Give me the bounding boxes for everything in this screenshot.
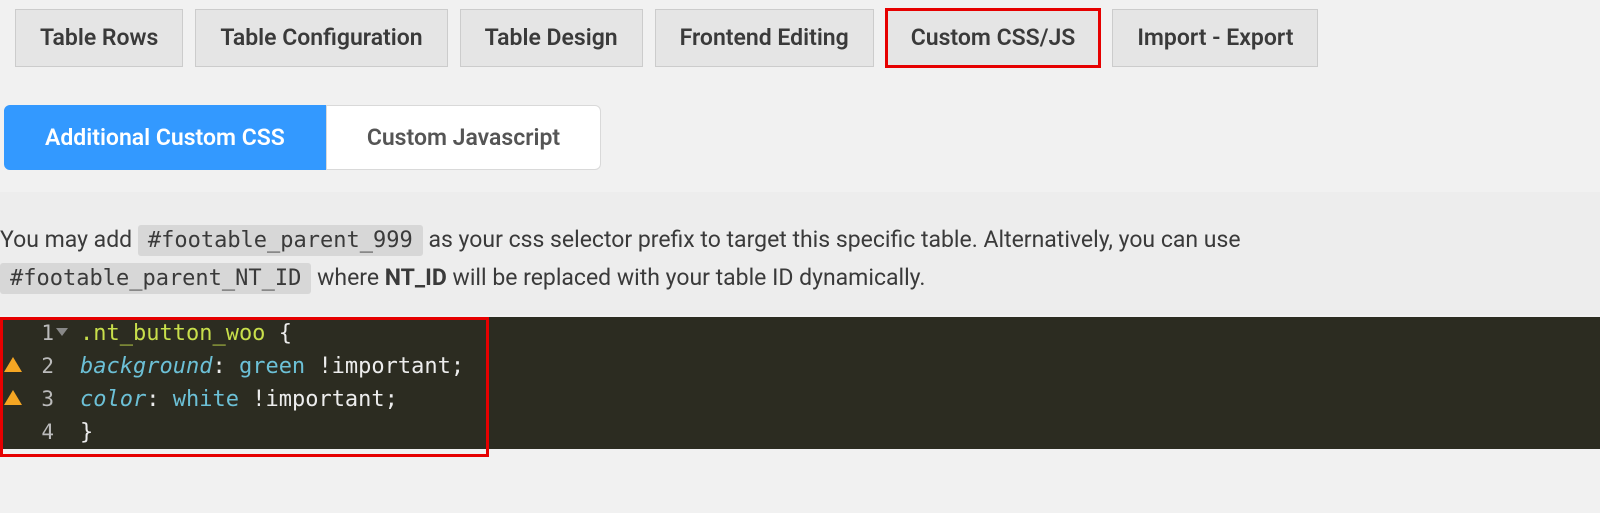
code-content[interactable]: background: green !important; [64,350,464,383]
sub-tab-additional-custom-css[interactable]: Additional Custom CSS [4,105,326,170]
help-text-line-2: #footable_parent_NT_ID where NT_ID will … [0,259,1594,297]
tab-table-design[interactable]: Table Design [460,9,643,67]
tab-import-export[interactable]: Import - Export [1112,9,1318,67]
help-text-area: You may add #footable_parent_999 as your… [0,192,1600,316]
gutter: 4 [0,416,64,449]
help-text-line-1: You may add #footable_parent_999 as your… [0,221,1594,259]
gutter: 1 [0,317,64,350]
warning-icon[interactable] [4,357,22,372]
code-content[interactable]: color: white !important; [64,383,398,416]
chevron-down-icon[interactable] [56,328,68,336]
selector-chip-table-id: #footable_parent_999 [138,225,423,256]
line-number: 3 [41,387,54,411]
line-number: 4 [41,420,54,444]
selector-chip-generic: #footable_parent_NT_ID [0,263,311,294]
tab-frontend-editing[interactable]: Frontend Editing [655,9,874,67]
tab-table-configuration[interactable]: Table Configuration [195,9,447,67]
css-code-editor[interactable]: 1 .nt_button_woo { 2 background: green !… [0,317,1600,449]
sub-tab-bar: Additional Custom CSS Custom Javascript [0,67,1600,170]
tab-table-rows[interactable]: Table Rows [15,9,183,67]
code-content[interactable]: .nt_button_woo { [64,317,292,350]
warning-icon[interactable] [4,390,22,405]
top-tab-bar: Table Rows Table Configuration Table Des… [0,0,1600,67]
code-content[interactable]: } [64,416,93,449]
gutter: 3 [0,383,64,416]
code-line[interactable]: 1 .nt_button_woo { [0,317,1600,350]
code-line[interactable]: 3 color: white !important; [0,383,1600,416]
line-number: 2 [41,354,54,378]
gutter: 2 [0,350,64,383]
code-line[interactable]: 4 } [0,416,1600,449]
code-editor-wrap: 1 .nt_button_woo { 2 background: green !… [0,317,1600,449]
line-number: 1 [41,321,54,345]
tab-custom-css-js[interactable]: Custom CSS/JS [886,9,1101,67]
sub-tab-custom-javascript[interactable]: Custom Javascript [326,105,601,170]
code-line[interactable]: 2 background: green !important; [0,350,1600,383]
